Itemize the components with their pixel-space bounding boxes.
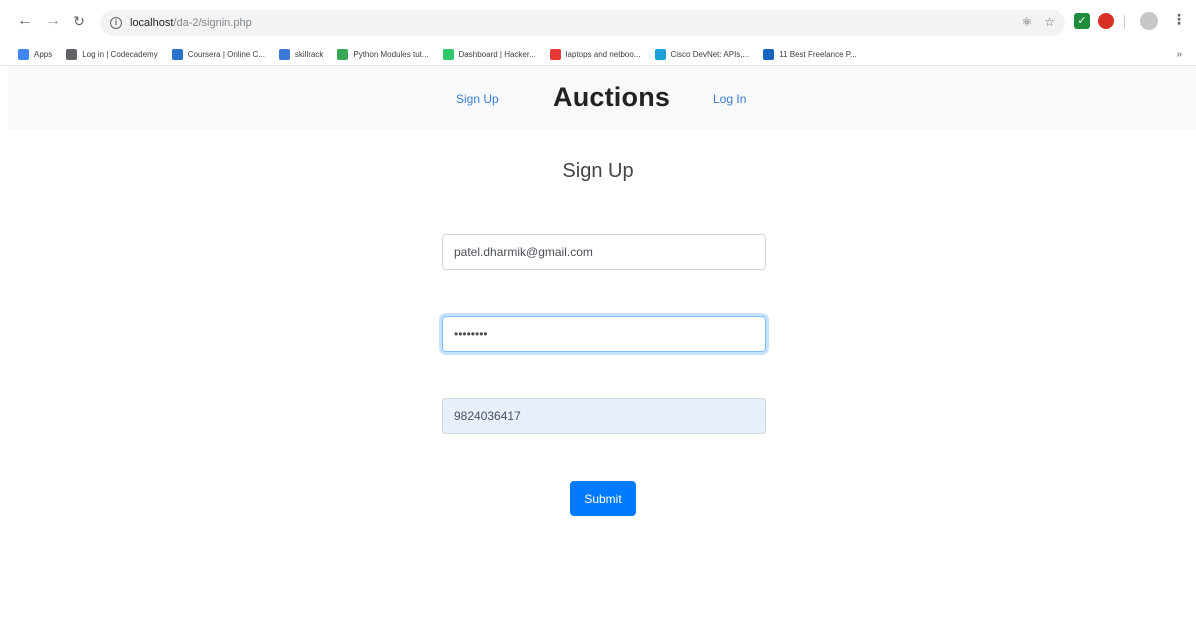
bookmark-item[interactable]: Coursera | Online C... [171,49,265,60]
bookmark-favicon-icon [549,49,561,60]
site-navbar: Sign Up Auctions Log In [8,66,1196,130]
bookmark-favicon-icon [171,49,183,60]
browser-toolbar: ← → ↻ i localhost /da-2/signin.php ⚛ ☆ ✓… [0,0,1196,44]
bookmark-item[interactable]: laptops and netboo... [549,49,641,60]
bookmarks-bar: Apps Log in | Codecademy Coursera | Online… [0,44,1196,66]
nav-login-link[interactable]: Log In [713,92,746,106]
key-icon[interactable]: ⚛ [1021,15,1032,29]
bookmark-label: Coursera | Online C... [187,50,265,59]
url-host: localhost [130,17,174,29]
bookmark-label: laptops and netboo... [565,50,641,59]
nav-signup-link[interactable]: Sign Up [456,92,499,106]
info-icon[interactable]: i [110,17,122,29]
star-icon[interactable]: ☆ [1044,15,1055,29]
back-arrow-icon[interactable]: ← [14,10,36,32]
bookmark-favicon-icon [278,49,290,60]
address-bar[interactable]: i localhost /da-2/signin.php ⚛ ☆ [100,10,1065,36]
menu-dots-icon[interactable]: ⋮ [1172,11,1186,28]
bookmark-favicon-icon [66,49,78,60]
more-bookmarks-icon[interactable]: » [1176,49,1182,60]
bookmark-label: skillrack [294,50,324,59]
page-title: Sign Up [562,160,634,182]
bookmark-favicon-icon [442,49,454,60]
stop-extension-icon[interactable] [1098,13,1114,29]
bookmark-label: 11 Best Freelance P... [779,50,857,59]
bookmark-label: Dashboard | Hacker... [458,50,536,59]
bookmark-label: Apps [34,50,53,59]
bookmark-favicon-icon [654,49,666,60]
bookmark-item[interactable]: Apps [18,49,52,60]
reload-icon[interactable]: ↻ [68,10,90,32]
bookmark-item[interactable]: 11 Best Freelance P... [763,49,857,60]
checkmark-extension-icon[interactable]: ✓ [1074,13,1090,29]
bookmark-item[interactable]: Dashboard | Hacker... [442,49,536,60]
bookmark-item[interactable]: Python Modules tut... [337,49,429,60]
bookmark-label: Log in | Codecademy [82,50,158,59]
submit-button[interactable]: Submit [570,481,636,516]
bookmark-item[interactable]: skillrack [278,49,324,60]
url-path: /da-2/signin.php [173,17,252,29]
bookmark-label: Python Modules tut... [353,50,429,59]
brand-title[interactable]: Auctions [553,82,670,113]
bookmark-favicon-icon [763,49,775,60]
email-field[interactable] [442,234,766,270]
bookmark-item[interactable]: Cisco DevNet: APIs,... [654,49,750,60]
phone-field[interactable] [442,398,766,434]
bookmark-item[interactable]: Log in | Codecademy [66,49,158,60]
bookmark-favicon-icon [337,49,349,60]
password-field[interactable] [442,316,766,352]
forward-arrow-icon[interactable]: → [42,10,64,32]
bookmark-label: Cisco DevNet: APIs,... [670,50,750,59]
toolbar-divider [1124,15,1125,29]
profile-avatar-icon[interactable] [1140,12,1158,30]
apps-grid-icon [18,49,29,60]
